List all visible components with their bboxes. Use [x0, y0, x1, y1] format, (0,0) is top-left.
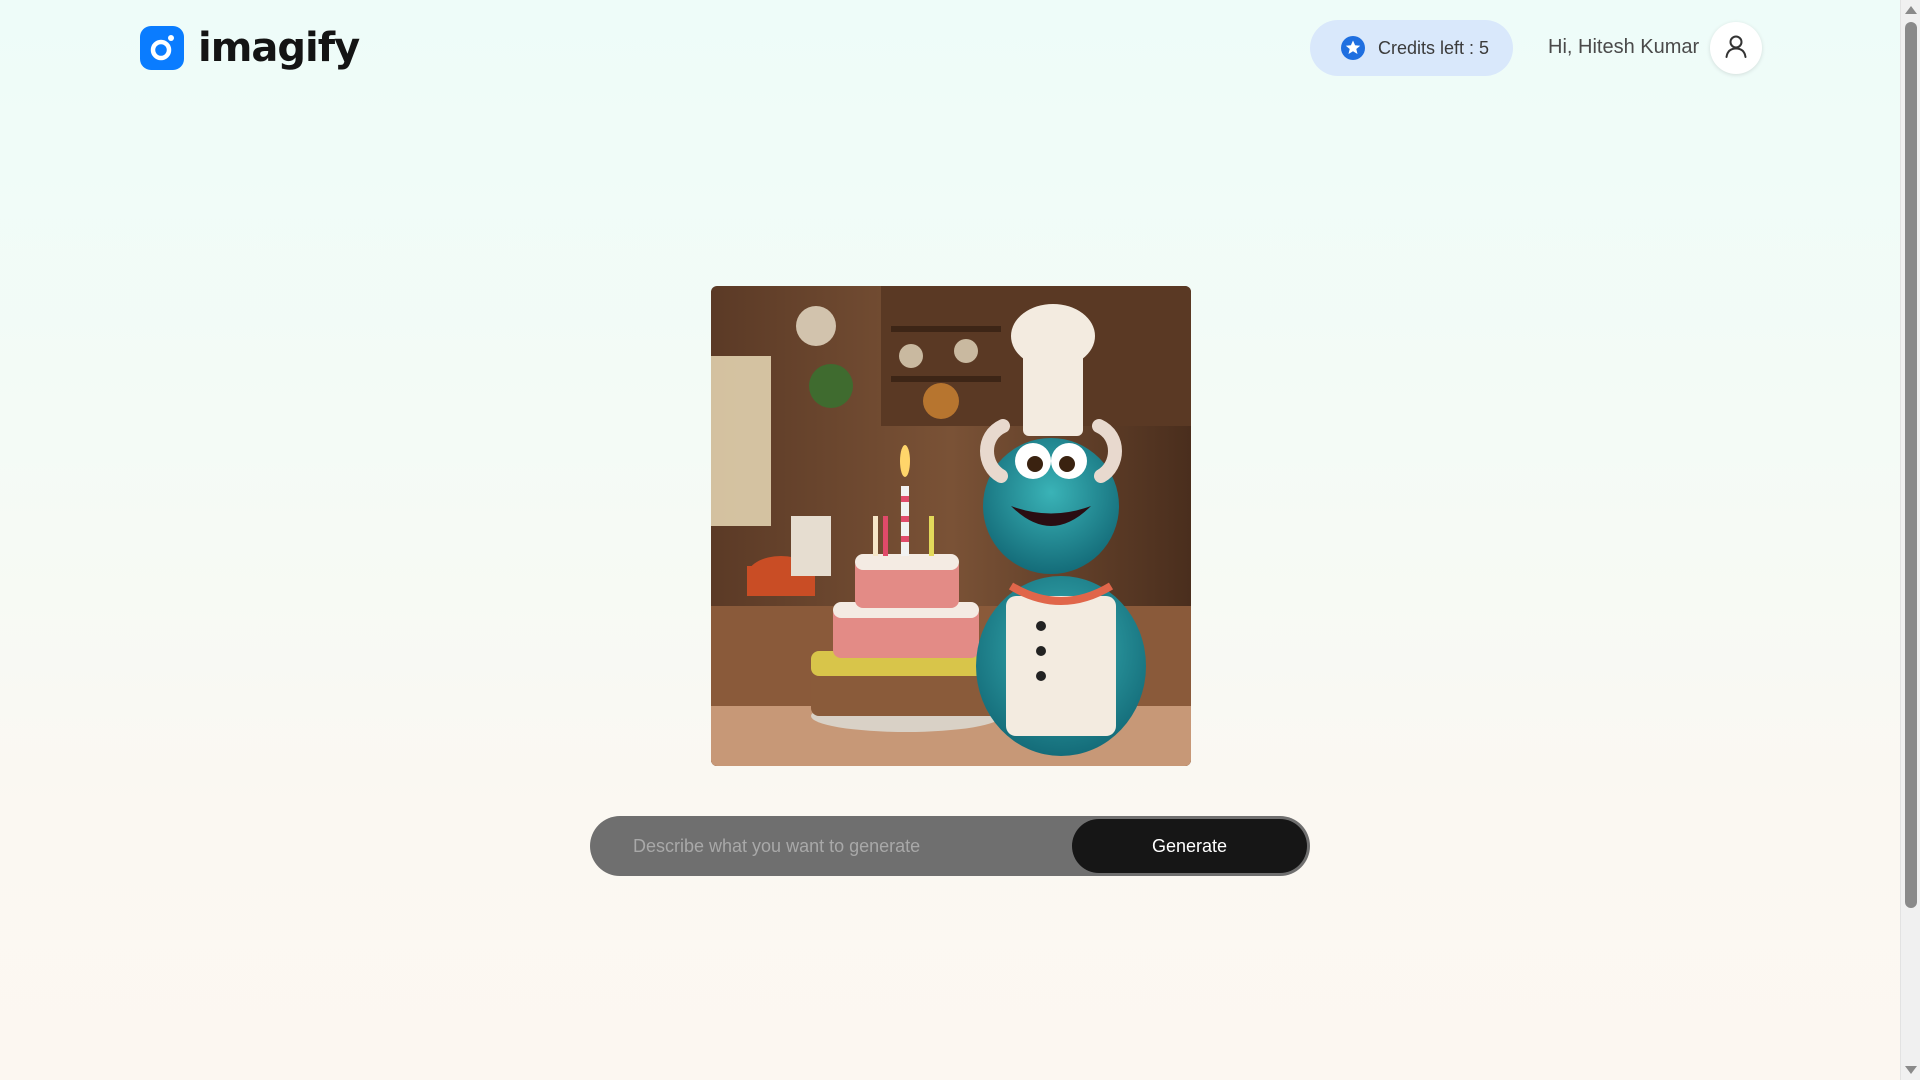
credits-label: Credits left : 5 [1378, 37, 1490, 58]
user-greeting: Hi, Hitesh Kumar [1548, 36, 1700, 58]
prompt-input[interactable] [593, 819, 1072, 873]
scroll-up-arrow-icon[interactable] [1905, 6, 1917, 14]
credits-button[interactable]: Credits left : 5 [1310, 20, 1513, 76]
vertical-scrollbar[interactable] [1900, 0, 1920, 1080]
star-icon [1340, 35, 1366, 61]
top-navbar: imagify Credits left : 5 Hi, Hitesh Kuma… [0, 0, 1900, 100]
app-logo[interactable]: imagify [140, 25, 360, 71]
scroll-down-arrow-icon[interactable] [1905, 1066, 1917, 1074]
user-icon [1723, 33, 1749, 64]
scroll-thumb[interactable] [1905, 22, 1917, 908]
logo-icon [140, 26, 184, 70]
generate-button[interactable]: Generate [1072, 819, 1307, 873]
user-avatar-button[interactable] [1710, 22, 1762, 74]
generated-image [711, 286, 1191, 766]
logo-wordmark: imagify [198, 25, 360, 71]
prompt-bar: Generate [590, 816, 1310, 876]
